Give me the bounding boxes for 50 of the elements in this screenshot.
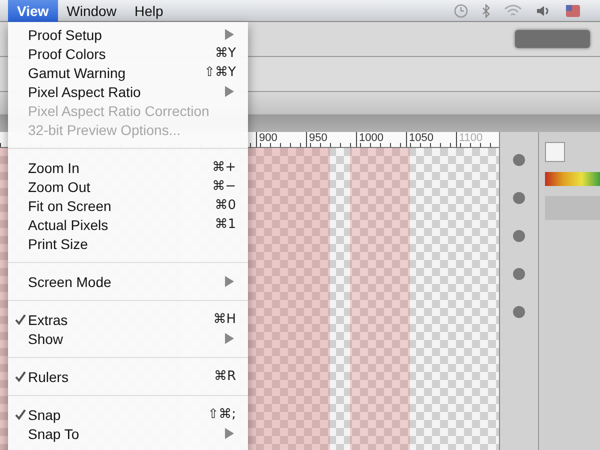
shortcut-label: ⌘Y <box>215 46 236 61</box>
menu-item[interactable]: Actual Pixels ⌘1 <box>8 215 248 234</box>
shortcut-label: ⌘R <box>214 369 236 384</box>
menu-title[interactable]: Help <box>125 0 172 22</box>
shortcut-label: ⇧⌘Y <box>204 65 236 80</box>
menu-title[interactable]: View <box>8 0 58 22</box>
tool-icon[interactable] <box>511 266 527 282</box>
shortcut-label: ⌘0 <box>214 198 236 213</box>
checkmark-icon <box>15 409 26 420</box>
menu-item[interactable]: Snap ⇧⌘; <box>8 405 248 424</box>
checkmark-icon <box>15 314 26 325</box>
bluetooth-icon <box>482 4 490 18</box>
shortcut-label: ⇧⌘; <box>208 407 236 422</box>
menu-item[interactable]: Pixel Aspect Ratio <box>8 82 248 101</box>
submenu-arrow-icon <box>225 428 234 439</box>
submenu-arrow-icon <box>225 276 234 287</box>
ruler-label: 900 <box>256 132 306 147</box>
menu-item[interactable]: Snap To <box>8 424 248 443</box>
color-swatch[interactable] <box>545 142 565 162</box>
menu-item[interactable]: Proof Setup <box>8 25 248 44</box>
menu-title[interactable]: Window <box>58 0 126 22</box>
ruler-label: 950 <box>306 132 356 147</box>
tool-icon[interactable] <box>511 228 527 244</box>
ruler-label: 1000 <box>356 132 406 147</box>
color-spectrum[interactable] <box>545 172 600 186</box>
checkmark-icon <box>15 371 26 382</box>
tool-icon[interactable] <box>511 152 527 168</box>
menu-item[interactable]: Zoom In ⌘+ <box>8 158 248 177</box>
clock-icon <box>454 4 468 18</box>
menu-item[interactable]: Rulers ⌘R <box>8 367 248 386</box>
menu-item[interactable]: Print Size <box>8 234 248 253</box>
shortcut-label: ⌘− <box>212 179 236 194</box>
shortcut-label: ⌘H <box>213 312 236 327</box>
submenu-arrow-icon <box>225 333 234 344</box>
ruler-label: 1050 <box>406 132 456 147</box>
menu-item[interactable]: Zoom Out ⌘− <box>8 177 248 196</box>
tool-icon[interactable] <box>511 304 527 320</box>
menu-item[interactable]: Screen Mode <box>8 272 248 291</box>
menu-item[interactable]: Fit on Screen ⌘0 <box>8 196 248 215</box>
flag-icon <box>566 4 580 16</box>
menu-item[interactable]: Extras ⌘H <box>8 310 248 329</box>
tool-icon[interactable] <box>511 190 527 206</box>
shortcut-label: ⌘1 <box>214 217 236 232</box>
submenu-arrow-icon <box>225 86 234 97</box>
menu-item[interactable]: Proof Colors ⌘Y <box>8 44 248 63</box>
shortcut-label: ⌘+ <box>212 160 236 175</box>
menu-item[interactable]: Show <box>8 329 248 348</box>
wifi-icon <box>504 4 522 17</box>
menu-item[interactable]: Gamut Warning ⇧⌘Y <box>8 63 248 82</box>
submenu-arrow-icon <box>225 29 234 40</box>
